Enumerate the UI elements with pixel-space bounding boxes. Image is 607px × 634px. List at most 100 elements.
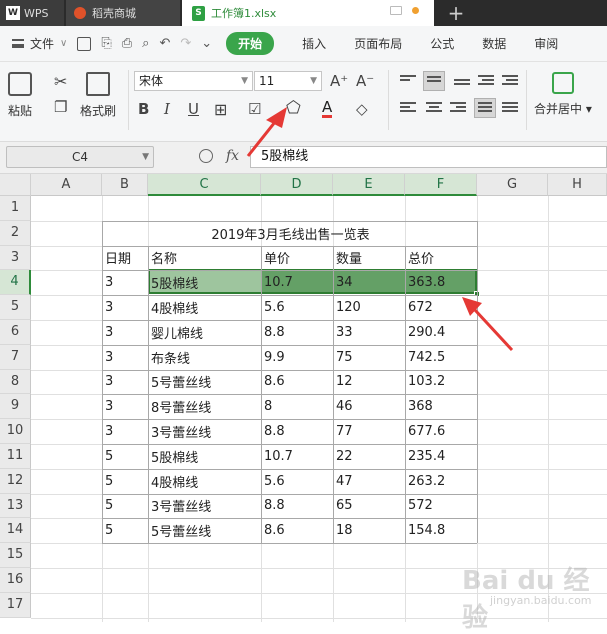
tab-formula[interactable]: 公式 — [430, 35, 454, 52]
row-header-10[interactable]: 10 — [0, 419, 31, 444]
data-cell[interactable]: 3号蕾丝线 — [151, 419, 260, 444]
spreadsheet-grid[interactable]: ABCDEFGH 1 2 3 4 5 6 7 8 9 10 11 12 13 14 15 16 17 2019年… — [0, 174, 607, 622]
data-cell[interactable]: 10.7 — [264, 270, 332, 295]
column-header-b[interactable]: B — [102, 174, 148, 196]
data-cell[interactable]: 婴儿棉线 — [151, 320, 260, 345]
column-header-h[interactable]: H — [548, 174, 607, 196]
row-header-15[interactable]: 15 — [0, 543, 31, 568]
header-cell[interactable]: 单价 — [264, 246, 332, 271]
fill-color-icon[interactable]: ⬠ — [286, 98, 301, 118]
data-cell[interactable]: 3 — [105, 394, 147, 419]
data-cell[interactable]: 3号蕾丝线 — [151, 494, 260, 519]
align-middle-icon[interactable] — [423, 71, 445, 91]
data-cell[interactable]: 3 — [105, 270, 147, 295]
row-header-16[interactable]: 16 — [0, 568, 31, 593]
copy-icon[interactable]: ❐ — [54, 98, 67, 116]
data-cell[interactable]: 572 — [408, 494, 476, 519]
font-family-select[interactable]: 宋体 ▼ — [134, 71, 253, 91]
data-cell[interactable]: 8 — [264, 394, 332, 419]
increase-font-icon[interactable]: A⁺ — [330, 72, 348, 90]
row-header-4[interactable]: 4 — [0, 270, 31, 296]
paste-button[interactable]: 粘贴 — [8, 72, 32, 119]
data-cell[interactable]: 672 — [408, 295, 476, 320]
distributed-align-icon[interactable] — [502, 102, 518, 114]
data-cell[interactable]: 75 — [336, 345, 404, 370]
align-right-icon[interactable] — [450, 102, 466, 114]
data-cell[interactable]: 3 — [105, 295, 147, 320]
row-header-6[interactable]: 6 — [0, 320, 31, 345]
insert-function-button[interactable]: fx — [226, 148, 239, 164]
row-header-2[interactable]: 2 — [0, 220, 31, 246]
data-cell[interactable]: 120 — [336, 295, 404, 320]
data-cell[interactable]: 8.8 — [264, 320, 332, 345]
formula-input[interactable]: 5股棉线 — [250, 146, 607, 168]
column-header-a[interactable]: A — [31, 174, 102, 196]
header-cell[interactable]: 日期 — [105, 246, 147, 271]
borders-icon[interactable]: ⊞ — [214, 100, 227, 119]
data-cell[interactable]: 34 — [336, 270, 404, 295]
row-header-5[interactable]: 5 — [0, 295, 31, 320]
column-header-d[interactable]: D — [261, 174, 333, 196]
align-top-icon[interactable] — [400, 75, 416, 87]
data-cell[interactable]: 3 — [105, 419, 147, 444]
data-cell[interactable]: 65 — [336, 494, 404, 519]
data-cell[interactable]: 4股棉线 — [151, 469, 260, 494]
data-cell[interactable]: 47 — [336, 469, 404, 494]
data-cell[interactable]: 77 — [336, 419, 404, 444]
new-tab-button[interactable]: + — [444, 0, 468, 26]
header-cell[interactable]: 名称 — [151, 246, 260, 271]
tab-start[interactable]: 开始 — [226, 32, 275, 55]
data-cell[interactable]: 3 — [105, 370, 147, 395]
row-header-12[interactable]: 12 — [0, 468, 31, 494]
data-cell[interactable]: 布条线 — [151, 345, 260, 370]
data-cell[interactable]: 5股棉线 — [151, 270, 260, 295]
bold-button[interactable]: B — [138, 100, 149, 118]
font-color-button[interactable]: A — [322, 100, 333, 118]
column-header-c[interactable]: C — [148, 174, 261, 196]
data-cell[interactable]: 4股棉线 — [151, 295, 260, 320]
decrease-indent-icon[interactable] — [478, 75, 494, 87]
data-cell[interactable]: 8号蕾丝线 — [151, 394, 260, 419]
redo-icon[interactable]: ↷ — [180, 36, 191, 51]
header-cell[interactable]: 数量 — [336, 246, 404, 271]
align-bottom-icon[interactable] — [454, 79, 470, 91]
data-cell[interactable]: 8.6 — [264, 370, 332, 395]
data-cell[interactable]: 5号蕾丝线 — [151, 518, 260, 543]
data-cell[interactable]: 154.8 — [408, 518, 476, 543]
data-cell[interactable]: 290.4 — [408, 320, 476, 345]
conditional-format-icon[interactable]: ☑ — [248, 100, 261, 118]
tab-insert[interactable]: 插入 — [302, 35, 326, 52]
tab-wps[interactable]: W WPS — [0, 0, 64, 26]
data-cell[interactable]: 3 — [105, 320, 147, 345]
italic-button[interactable]: I — [164, 100, 170, 118]
data-cell[interactable]: 5 — [105, 518, 147, 543]
font-size-select[interactable]: 11 ▼ — [254, 71, 322, 91]
row-header-11[interactable]: 11 — [0, 444, 31, 469]
data-cell[interactable]: 742.5 — [408, 345, 476, 370]
save-icon[interactable] — [77, 36, 92, 51]
data-cell[interactable]: 8.8 — [264, 494, 332, 519]
tab-review[interactable]: 审阅 — [534, 35, 558, 52]
row-header-13[interactable]: 13 — [0, 493, 31, 519]
customize-dropdown-icon[interactable]: ⌄ — [201, 36, 212, 51]
align-center-icon[interactable] — [426, 102, 442, 114]
tab-store[interactable]: 稻壳商城 — [66, 0, 180, 26]
print-preview-icon[interactable]: ⌕ — [142, 36, 149, 51]
data-cell[interactable]: 22 — [336, 444, 404, 469]
data-cell[interactable]: 368 — [408, 394, 476, 419]
underline-button[interactable]: U — [188, 100, 199, 118]
data-cell[interactable]: 9.9 — [264, 345, 332, 370]
decrease-font-icon[interactable]: A⁻ — [356, 72, 374, 90]
data-cell[interactable]: 10.7 — [264, 444, 332, 469]
column-header-f[interactable]: F — [405, 174, 477, 196]
data-cell[interactable]: 363.8 — [408, 270, 476, 295]
header-cell[interactable]: 总价 — [408, 246, 476, 271]
row-header-1[interactable]: 1 — [0, 196, 31, 221]
row-header-8[interactable]: 8 — [0, 369, 31, 395]
sheet-title-cell[interactable]: 2019年3月毛线出售一览表 — [105, 221, 476, 246]
justify-icon[interactable] — [474, 98, 496, 118]
data-cell[interactable]: 5 — [105, 494, 147, 519]
data-cell[interactable]: 5股棉线 — [151, 444, 260, 469]
eraser-icon[interactable]: ◇ — [356, 100, 368, 118]
column-header-g[interactable]: G — [477, 174, 548, 196]
